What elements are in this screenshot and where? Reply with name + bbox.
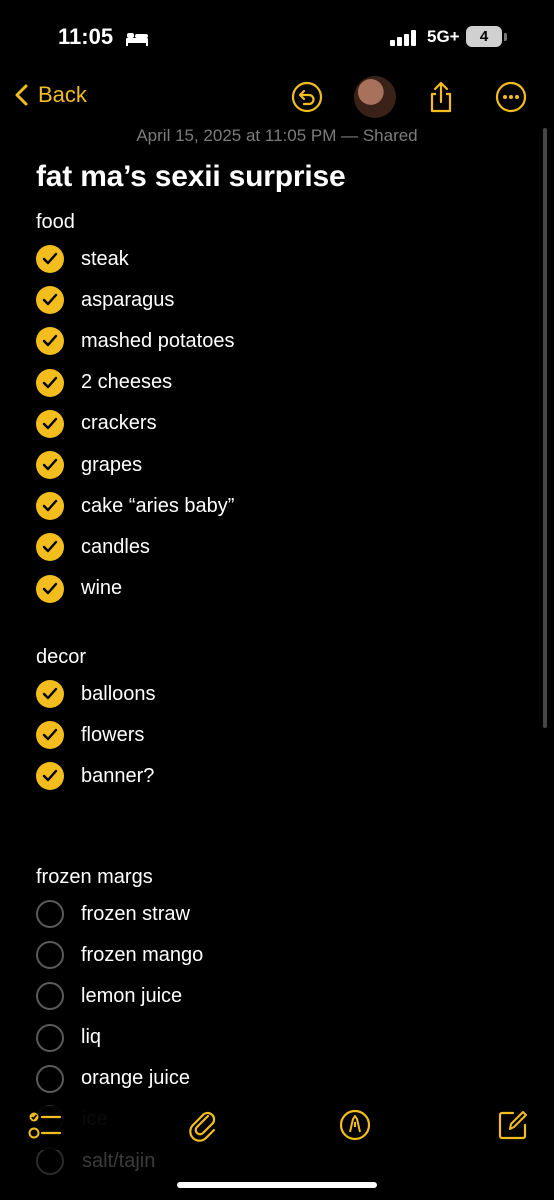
chevron-left-icon <box>15 84 28 106</box>
scrollbar[interactable] <box>543 128 547 728</box>
checked-circle-icon[interactable] <box>36 368 64 397</box>
battery-icon: 4 <box>466 26 502 47</box>
checklist-item-text[interactable]: liq <box>81 1026 101 1049</box>
checklist-item[interactable]: crackers <box>36 407 157 441</box>
note-title[interactable]: fat ma’s sexii surprise <box>36 160 346 194</box>
section-heading-1[interactable]: decor <box>36 646 86 669</box>
checklist-item[interactable]: mashed potatoes <box>36 324 234 358</box>
checklist-item-text[interactable]: mashed potatoes <box>81 330 234 353</box>
checklist-item-text[interactable]: frozen mango <box>81 944 203 967</box>
status-bar: 11:05 5G+ 4 <box>0 0 554 72</box>
checklist-item[interactable]: balloons <box>36 677 156 711</box>
more-options-icon[interactable] <box>494 80 528 114</box>
checked-circle-icon[interactable] <box>36 762 64 791</box>
battery-level: 4 <box>479 28 489 45</box>
unchecked-circle-icon[interactable] <box>36 982 64 1011</box>
checklist-item-text[interactable]: crackers <box>81 412 157 435</box>
checked-circle-icon[interactable] <box>36 574 64 603</box>
share-icon[interactable] <box>424 80 458 114</box>
unchecked-circle-icon[interactable] <box>36 1023 64 1052</box>
nav-bar: Back <box>0 74 554 124</box>
checklist-item-text[interactable]: flowers <box>81 724 144 747</box>
checklist-item[interactable]: lemon juice <box>36 979 182 1013</box>
section-heading-2[interactable]: frozen margs <box>36 866 153 889</box>
checklist-item[interactable]: banner? <box>36 759 154 793</box>
checklist-item-text[interactable]: wine <box>81 577 122 600</box>
checklist-item[interactable]: frozen mango <box>36 938 203 972</box>
checklist-item[interactable]: 2 cheeses <box>36 366 172 400</box>
battery-tip <box>504 33 507 41</box>
back-button[interactable]: Back <box>14 82 87 108</box>
checklist-item-text[interactable]: lemon juice <box>81 985 182 1008</box>
checklist-item-text[interactable]: 2 cheeses <box>81 371 172 394</box>
checklist-item[interactable]: steak <box>36 242 129 276</box>
checklist-item-text[interactable]: orange juice <box>81 1067 190 1090</box>
checked-circle-icon[interactable] <box>36 721 64 750</box>
checklist-item[interactable]: candles <box>36 530 150 564</box>
shared-user-avatar[interactable] <box>354 76 396 118</box>
bottom-toolbar <box>0 1106 554 1150</box>
checklist-item-text[interactable]: frozen straw <box>81 903 190 926</box>
unchecked-circle-icon[interactable] <box>36 1064 64 1093</box>
checklist-item[interactable]: frozen straw <box>36 897 190 931</box>
checklist-item[interactable]: cake “aries baby” <box>36 489 234 523</box>
unchecked-circle-icon[interactable] <box>36 941 64 970</box>
checklist-item-text[interactable]: cake “aries baby” <box>81 495 234 518</box>
markup-pen-icon[interactable] <box>338 1108 372 1142</box>
back-label: Back <box>38 82 87 107</box>
cellular-signal-icon <box>390 30 416 46</box>
checklist-item[interactable]: asparagus <box>36 283 174 317</box>
sleep-focus-icon <box>126 33 148 46</box>
checklist-item-text[interactable]: banner? <box>81 765 154 788</box>
checked-circle-icon[interactable] <box>36 286 64 315</box>
checklist-icon[interactable] <box>28 1108 62 1142</box>
checklist-item-text[interactable]: steak <box>81 248 129 271</box>
checklist-item[interactable]: flowers <box>36 718 144 752</box>
checked-circle-icon[interactable] <box>36 680 64 708</box>
checked-circle-icon[interactable] <box>36 533 64 562</box>
checklist-item-text[interactable]: asparagus <box>81 289 174 312</box>
checked-circle-icon[interactable] <box>36 451 64 479</box>
checked-circle-icon[interactable] <box>36 492 64 521</box>
compose-icon[interactable] <box>496 1108 530 1142</box>
checked-circle-icon[interactable] <box>36 245 64 273</box>
checklist-item[interactable]: wine <box>36 572 122 606</box>
note-date: April 15, 2025 at 11:05 PM — Shared <box>136 126 418 145</box>
unchecked-circle-icon[interactable] <box>36 900 64 928</box>
checkbox-partial-2[interactable] <box>36 1147 64 1175</box>
section-heading-0[interactable]: food <box>36 211 75 234</box>
undo-icon[interactable] <box>290 80 324 114</box>
attachment-icon[interactable] <box>186 1108 220 1142</box>
network-type: 5G+ <box>427 27 460 46</box>
checklist-item[interactable]: orange juice <box>36 1062 190 1096</box>
checked-circle-icon[interactable] <box>36 327 64 356</box>
status-time: 11:05 <box>58 24 114 49</box>
checklist-item[interactable]: grapes <box>36 448 142 482</box>
checklist-item-text[interactable]: balloons <box>81 683 156 706</box>
home-indicator[interactable] <box>177 1182 377 1188</box>
checklist-item[interactable]: liq <box>36 1021 101 1055</box>
checklist-item-text[interactable]: candles <box>81 536 150 559</box>
checklist-item-text[interactable]: grapes <box>81 454 142 477</box>
partial-item-2: salt/tajin <box>82 1150 156 1172</box>
checked-circle-icon[interactable] <box>36 409 64 438</box>
